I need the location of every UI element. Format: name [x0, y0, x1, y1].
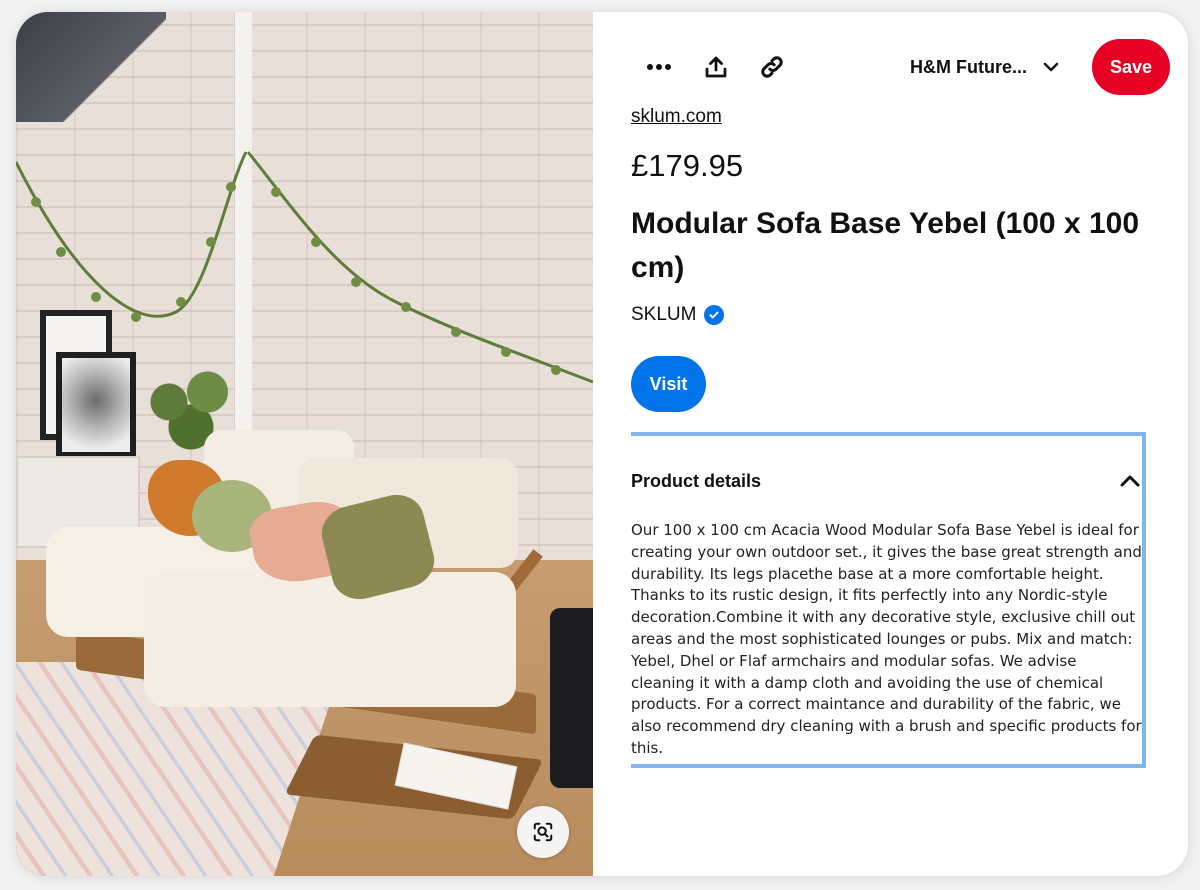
- chevron-up-icon: [1120, 475, 1140, 487]
- product-description: Our 100 x 100 cm Acacia Wood Modular Sof…: [631, 521, 1142, 757]
- product-details-heading: Product details: [631, 470, 762, 491]
- sofa-seat-cushion: [144, 572, 516, 707]
- black-fridge: [550, 608, 593, 788]
- product-details-section: Product details Our 100 x 100 cm Acacia …: [631, 432, 1146, 768]
- more-horizontal-icon: [647, 64, 671, 70]
- source-link[interactable]: sklum.com: [631, 106, 722, 128]
- product-details-toggle[interactable]: Product details: [631, 466, 1142, 496]
- pin-closeup-card: H&M Future... Save sklum.com £179.95 Mod…: [16, 12, 1188, 876]
- visit-button[interactable]: Visit: [631, 356, 706, 412]
- share-upload-icon: [705, 56, 727, 78]
- product-title: Modular Sofa Base Yebel (100 x 100 cm): [631, 207, 1140, 284]
- copy-link-button[interactable]: [744, 39, 800, 95]
- board-selector[interactable]: H&M Future...: [910, 47, 1059, 87]
- save-button[interactable]: Save: [1092, 39, 1170, 95]
- pin-details-panel: H&M Future... Save sklum.com £179.95 Mod…: [593, 12, 1188, 876]
- pin-toolbar: H&M Future... Save: [593, 39, 1188, 95]
- brand-row[interactable]: SKLUM: [631, 304, 725, 326]
- picture-frame: [56, 352, 136, 458]
- brand-name: SKLUM: [631, 304, 697, 325]
- share-button[interactable]: [688, 39, 744, 95]
- verified-badge-icon: [704, 305, 725, 325]
- chevron-down-icon: [1043, 62, 1059, 72]
- visual-search-button[interactable]: [517, 806, 569, 858]
- staircase: [16, 12, 166, 122]
- more-options-button[interactable]: [631, 39, 687, 95]
- link-icon: [761, 56, 783, 78]
- board-name: H&M Future...: [910, 56, 1027, 77]
- product-price: £179.95: [631, 148, 744, 183]
- pin-image[interactable]: [16, 12, 593, 876]
- visual-search-icon: [533, 822, 553, 842]
